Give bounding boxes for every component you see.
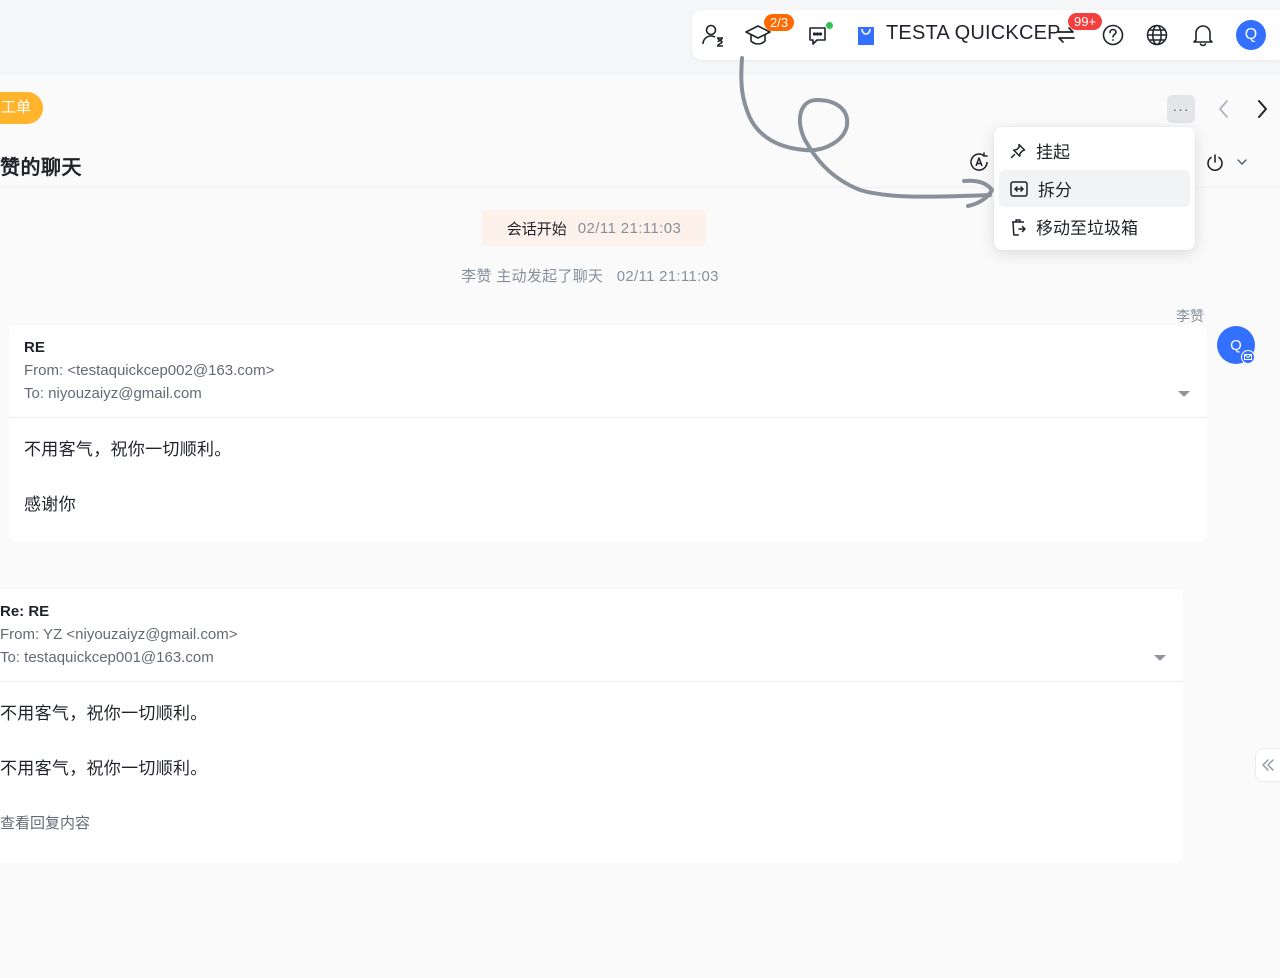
session-start-time: 02/11 21:11:03 (577, 219, 682, 237)
top-toolbar: 2/3 TESTA QUICKCEP 99+ Q (692, 10, 1280, 60)
menu-item-split[interactable]: 拆分 (999, 170, 1190, 207)
email-body-line: 感谢你 (24, 495, 76, 514)
system-message-time: 02/11 21:11:03 (616, 268, 719, 285)
chevron-left-icon (1219, 100, 1228, 118)
store-bag-icon (856, 25, 876, 47)
menu-item-suspend[interactable]: 挂起 (999, 132, 1190, 169)
previous-conversation-button[interactable] (1214, 97, 1234, 121)
split-icon (1010, 180, 1028, 197)
email-from: From: YZ <niyouzaiyz@gmail.com> (0, 626, 238, 643)
user-avatar[interactable]: Q (1236, 20, 1266, 50)
sender-name: 李赞 (1176, 308, 1204, 324)
collapse-sidebar-button[interactable] (1255, 748, 1280, 782)
menu-item-label: 拆分 (1038, 181, 1072, 200)
pin-icon (1010, 143, 1026, 158)
system-message: 李赞 主动发起了聊天 02/11 21:11:03 (0, 265, 1180, 286)
session-start-marker: 会话开始 02/11 21:11:03 (482, 210, 706, 246)
email-body-line: 不用客气，祝你一切顺利。 (0, 759, 208, 778)
notification-count-badge: 99+ (1068, 13, 1103, 30)
more-actions-button[interactable]: ··· (1167, 95, 1195, 123)
chevron-right-icon (1258, 100, 1267, 118)
conversation-title: 赞的聊天 (0, 157, 82, 179)
email-channel-icon (1241, 350, 1255, 364)
chevron-down-icon[interactable] (1236, 155, 1248, 167)
email-body-line: 不用客气，祝你一切顺利。 (24, 440, 232, 459)
email-subject: Re: RE (0, 603, 50, 620)
agent-status-icon[interactable] (700, 22, 726, 48)
account-name[interactable]: TESTA QUICKCEP (886, 22, 1061, 45)
menu-item-move-to-trash[interactable]: 移动至垃圾箱 (999, 208, 1190, 245)
menu-item-label: 移动至垃圾箱 (1036, 219, 1138, 238)
bell-icon[interactable] (1192, 23, 1214, 47)
email-to: To: niyouzaiyz@gmail.com (24, 385, 202, 402)
ticket-tag[interactable]: 工单 (0, 92, 43, 124)
email-message: Re: RE From: YZ <niyouzaiyz@gmail.com> T… (0, 589, 1183, 863)
view-reply-link[interactable]: 查看回复内容 (0, 812, 90, 833)
system-message-text: 李赞 主动发起了聊天 (461, 268, 604, 285)
translate-icon[interactable] (968, 151, 990, 173)
help-icon[interactable] (1102, 24, 1124, 46)
expand-header-icon[interactable] (1178, 391, 1190, 397)
online-status-dot (825, 21, 834, 30)
next-conversation-button[interactable] (1252, 97, 1272, 121)
learning-progress-badge: 2/3 (764, 14, 795, 31)
session-start-label: 会话开始 (506, 220, 567, 238)
email-message: RE From: <testaquickcep002@163.com> To: … (9, 325, 1207, 542)
double-chevron-left-icon (1262, 759, 1274, 771)
menu-item-label: 挂起 (1036, 143, 1070, 162)
trash-move-icon (1012, 218, 1026, 236)
globe-icon[interactable] (1146, 24, 1168, 46)
email-to: To: testaquickcep001@163.com (0, 649, 214, 666)
expand-header-icon[interactable] (1154, 655, 1166, 661)
email-from: From: <testaquickcep002@163.com> (24, 362, 275, 379)
email-body-line: 不用客气，祝你一切顺利。 (0, 704, 208, 723)
power-icon[interactable] (1205, 153, 1225, 173)
more-actions-menu: 挂起 拆分 移动至垃圾箱 (994, 127, 1195, 250)
email-subject: RE (24, 339, 45, 356)
